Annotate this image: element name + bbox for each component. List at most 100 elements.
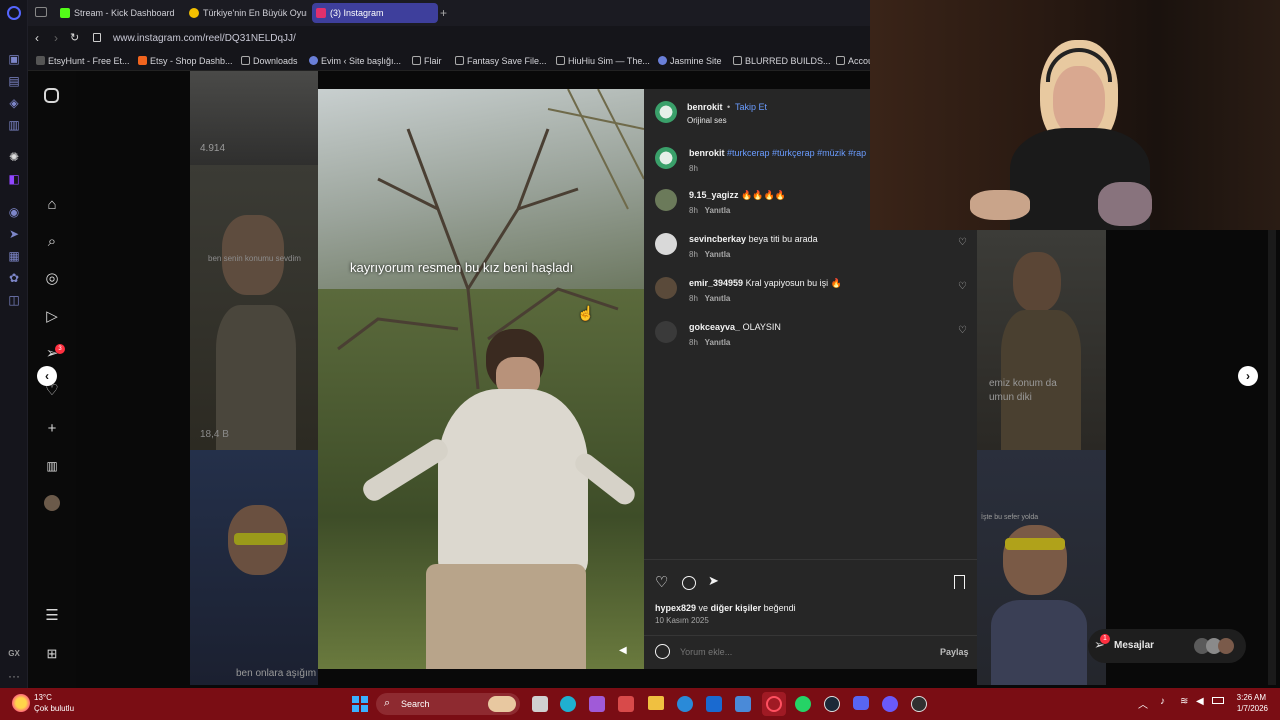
commenter-avatar[interactable] [655,321,677,343]
microphone-icon[interactable]: ♪ [1160,696,1165,707]
task-view-icon[interactable] [532,696,548,712]
comment-username[interactable]: sevincberkay [689,234,746,244]
liked-by-user[interactable]: hypex829 [655,603,696,613]
bookmark-item[interactable]: Accou [836,54,873,68]
sidebar-icon-2[interactable]: ▤ [6,73,22,89]
comment-username[interactable]: 9.15_yagizz [689,190,739,200]
reel-thumbnail[interactable]: ben senin konumu sevdim 18,4 B [190,165,318,450]
bookmark-item[interactable]: Downloads [241,54,298,68]
liked-by-others[interactable]: diğer kişiler [711,603,762,613]
comment-username[interactable]: gokceayva_ [689,322,740,332]
app-icon[interactable] [735,696,751,712]
audio-label[interactable]: Orijinal ses [687,116,727,125]
clipboard-icon[interactable]: ▦ [6,248,22,264]
tab-instagram[interactable]: (3) Instagram [312,3,438,23]
reels-icon[interactable]: ▷ [43,308,61,326]
author-avatar[interactable] [655,101,677,123]
messages-widget[interactable]: ➢ 1 Mesajlar [1088,629,1246,663]
reply-link[interactable]: Yanıtla [705,206,731,215]
follow-button[interactable]: Takip Et [735,102,767,112]
profile-avatar[interactable] [44,495,60,511]
opera-logo-icon[interactable] [7,6,21,20]
bookmark-item[interactable]: HiuHiu Sim — The... [556,54,650,68]
comment-username[interactable]: emir_394959 [689,278,743,288]
bookmark-item[interactable]: Fantasy Save File... [455,54,547,68]
bookmark-item[interactable]: Jasmine Site [658,54,722,68]
copilot-icon[interactable] [589,696,605,712]
comment-input[interactable] [680,643,920,661]
scrollbar[interactable] [1268,230,1276,685]
gx-icon[interactable]: GX [6,646,22,662]
battery-icon[interactable] [1212,697,1224,704]
steam-icon[interactable] [824,696,840,712]
sidebar-icon-4[interactable]: ▥ [6,117,22,133]
sidebar-icon-3[interactable]: ◈ [6,95,22,111]
app-icon[interactable] [677,696,693,712]
volume-icon[interactable]: ◀ [619,645,627,656]
bookmark-item[interactable]: Flair [412,54,442,68]
start-button[interactable] [352,696,368,712]
commenter-avatar[interactable] [655,233,677,255]
like-icon[interactable]: ♡ [655,573,668,591]
clock-time[interactable]: 3:26 AM [1232,693,1266,702]
bookmark-item[interactable]: BLURRED BUILDS... [733,54,831,68]
volume-tray-icon[interactable]: ◀ [1196,696,1204,707]
apps-icon[interactable]: ⊞ [43,645,61,663]
tab-menu-icon[interactable] [35,7,47,17]
reply-link[interactable]: Yanıtla [705,250,731,259]
reel-thumbnail[interactable]: 4.914 [190,71,318,165]
app-icon[interactable] [882,696,898,712]
clock-date[interactable]: 1/7/2026 [1230,704,1268,713]
sidebar-icon-1[interactable]: ▣ [6,51,22,67]
bookmark-item[interactable]: EtsyHunt - Free Et... [36,54,130,68]
file-explorer-icon[interactable] [648,696,664,710]
new-tab-button[interactable]: + [440,6,447,20]
more-icon[interactable]: ··· [6,668,22,684]
instagram-logo-icon[interactable] [44,88,59,103]
tab-tr[interactable]: Türkiye'nin En Büyük Oyun [185,3,307,23]
weather-desc[interactable]: Çok bulutlu [34,704,74,713]
whatsapp-icon[interactable] [795,696,811,712]
bookmark-item[interactable]: Evim ‹ Site başlığı... [309,54,401,68]
reply-link[interactable]: Yanıtla [705,294,731,303]
commenter-avatar[interactable] [655,277,677,299]
reel-thumbnail[interactable]: ben onlara aşığım [190,450,318,685]
forward-icon[interactable]: › [54,31,58,45]
home-icon[interactable]: ⌂ [43,196,61,214]
like-comment-icon[interactable]: ♡ [958,325,967,336]
like-comment-icon[interactable]: ♡ [958,237,967,248]
back-icon[interactable]: ‹ [35,31,39,45]
search-icon[interactable]: ⌕ [43,233,61,251]
explore-icon[interactable]: ◎ [43,270,61,288]
like-comment-icon[interactable]: ♡ [958,281,967,292]
share-icon[interactable]: ➤ [708,573,719,589]
url-text[interactable]: www.instagram.com/reel/DQ31NELDqJJ/ [113,33,296,44]
chatgpt-icon[interactable]: ✺ [6,149,22,165]
player-icon[interactable]: ◉ [6,204,22,220]
tab-kick[interactable]: Stream - Kick Dashboard [56,3,178,23]
edge-icon[interactable] [560,696,576,712]
reel-video[interactable]: kayrıyorum resmen bu kız beni haşladı ◀ [318,89,644,669]
search-box[interactable]: ⌕ Search [376,693,520,715]
author-username[interactable]: benrokit [687,102,723,112]
menu-icon[interactable]: ☰ [43,607,61,625]
comment-icon[interactable] [682,576,696,590]
create-icon[interactable]: + [43,420,61,438]
caption-hashtags[interactable]: #turkcerap #türkçerap #müzik #rap [727,148,866,158]
store-icon[interactable] [618,696,634,712]
twitch-icon[interactable]: ◧ [6,171,22,187]
emoji-icon[interactable] [655,644,670,659]
extension-icon[interactable]: ✿ [6,270,22,286]
prev-post-button[interactable]: ‹ [37,366,57,386]
tray-chevron-icon[interactable]: ︿ [1138,696,1148,711]
bookmark-item[interactable]: Etsy - Shop Dashb... [138,54,233,68]
obs-icon[interactable] [911,696,927,712]
outlook-icon[interactable] [706,696,722,712]
weather-icon[interactable] [12,694,30,712]
author-avatar[interactable] [655,147,677,169]
reel-thumbnail[interactable]: emiz konum da umun diki [977,230,1106,450]
gift-icon[interactable]: ◫ [6,292,22,308]
wifi-icon[interactable]: ≋ [1180,696,1188,707]
discord-icon[interactable] [853,696,869,710]
reel-thumbnail[interactable]: İşte bu sefer yolda [977,450,1106,685]
